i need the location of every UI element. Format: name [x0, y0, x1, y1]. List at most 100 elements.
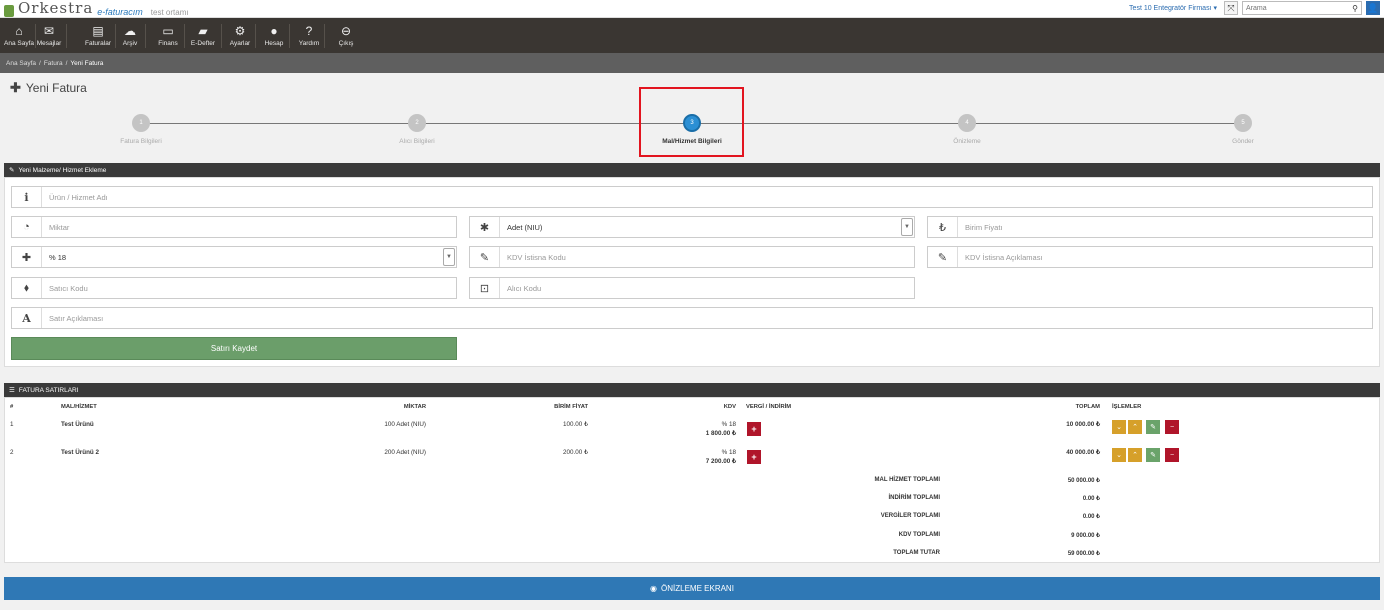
- quantity-field[interactable]: ◔ Miktar: [11, 216, 457, 238]
- invoice-icon: ▤: [92, 24, 104, 38]
- summary-label: MAL HİZMET TOPLAMI: [874, 477, 940, 483]
- wizard-step-2[interactable]: 2: [408, 114, 426, 132]
- move-down-button[interactable]: ⌄: [1112, 420, 1126, 434]
- wizard-step-label: Gönder: [1232, 138, 1254, 145]
- cloud-icon: ☁: [124, 24, 136, 38]
- fullscreen-icon[interactable]: ⤧: [1224, 1, 1238, 15]
- summary-label: VERGİLER TOPLAMI: [880, 513, 940, 519]
- plus-icon: ✚: [10, 80, 21, 95]
- vat-exemption-desc-field[interactable]: ✎ KDV İstisna Açıklaması: [927, 246, 1373, 268]
- wizard-step-1[interactable]: 1: [132, 114, 150, 132]
- user-profile-icon[interactable]: 👤: [1366, 1, 1380, 15]
- nav-cloud[interactable]: ☁ Arşiv: [116, 18, 144, 53]
- delete-row-button[interactable]: −: [1165, 448, 1179, 462]
- breadcrumb-home[interactable]: Ana Sayfa: [6, 60, 36, 67]
- cart-icon: ⊡: [470, 278, 500, 298]
- environment-label: test ortamı: [150, 8, 189, 17]
- nav-label: Faturalar: [84, 40, 111, 47]
- book-icon: ▰: [198, 24, 208, 38]
- nav-separator: [289, 24, 290, 48]
- row-kdv-amount: 1 800.00 ₺: [705, 430, 736, 437]
- nav-cogs[interactable]: ⚙ Ayarlar: [226, 18, 254, 53]
- dashboard-icon: ◔: [12, 217, 42, 237]
- nav-label: Hesap: [264, 40, 284, 47]
- seller-code-field[interactable]: ⬧ Satıcı Kodu: [11, 277, 457, 299]
- col-item: MAL/HİZMET: [61, 404, 97, 410]
- wizard-step-label: Alıcı Bilgileri: [399, 138, 435, 145]
- col-kdv: KDV: [723, 404, 736, 410]
- wizard-step-4[interactable]: 4: [958, 114, 976, 132]
- save-line-button[interactable]: Satırı Kaydet: [11, 337, 457, 360]
- nav-label: Ayarlar: [229, 40, 251, 47]
- nav-separator: [324, 24, 325, 48]
- breadcrumb: Ana Sayfa / Fatura / Yeni Fatura: [0, 53, 1384, 73]
- eye-icon: ◉: [650, 584, 658, 593]
- edit-icon: ✎: [470, 247, 500, 267]
- list-icon: ☰: [9, 387, 15, 394]
- summary-label: TOPLAM TUTAR: [893, 550, 940, 556]
- lira-icon: ₺: [928, 217, 958, 237]
- plus-icon: ✚: [12, 247, 42, 267]
- chevron-down-icon[interactable]: ▼: [901, 218, 913, 236]
- col-num: #: [10, 404, 14, 410]
- nav-label: E-Defter: [190, 40, 216, 47]
- font-icon: A: [12, 308, 42, 328]
- vat-exemption-code-field[interactable]: ✎ KDV İstisna Kodu: [469, 246, 915, 268]
- col-tax: VERGİ / İNDİRİM: [746, 404, 792, 410]
- buyer-code-field[interactable]: ⊡ Alıcı Kodu: [469, 277, 915, 299]
- comments-icon: ✉: [43, 24, 55, 38]
- unit-select[interactable]: ✱ Adet (NIU) ▼: [469, 216, 915, 238]
- logo[interactable]: Orkestra e-faturacım test ortamı: [4, 0, 189, 17]
- edit-row-button[interactable]: ✎: [1146, 448, 1160, 462]
- card-icon: ▭: [162, 24, 174, 38]
- add-tax-button[interactable]: +: [747, 450, 761, 464]
- unit-price-field[interactable]: ₺ Birim Fiyatı: [927, 216, 1373, 238]
- nav-question[interactable]: ? Yardım: [295, 18, 323, 53]
- company-dropdown[interactable]: Test 10 Entegratör Firması ▾: [1129, 4, 1217, 12]
- search-input[interactable]: [1246, 4, 1336, 12]
- logo-subtitle: e-faturacım: [97, 7, 143, 17]
- move-down-button[interactable]: ⌄: [1112, 448, 1126, 462]
- logo-icon: [4, 5, 14, 17]
- vat-rate-select[interactable]: ✚ % 18 ▼: [11, 246, 457, 268]
- preview-button[interactable]: ◉ ÖNİZLEME EKRANI: [4, 577, 1380, 600]
- line-description-field[interactable]: A Satır Açıklaması: [11, 307, 1373, 329]
- edit-icon: ✎: [928, 247, 958, 267]
- nav-exit[interactable]: ⊖ Çıkış: [333, 18, 359, 53]
- nav-home[interactable]: ⌂ Ana Sayfa: [4, 18, 34, 53]
- search-icon[interactable]: ⚲: [1352, 4, 1358, 13]
- nav-label: Finans: [158, 40, 178, 47]
- wizard-step-label: Fatura Bilgileri: [120, 138, 162, 145]
- col-qty: MİKTAR: [403, 404, 426, 410]
- nav-user[interactable]: ● Hesap: [260, 18, 288, 53]
- nav-comments[interactable]: ✉ Mesajlar: [33, 18, 65, 53]
- nav-book[interactable]: ▰ E-Defter: [186, 18, 220, 53]
- row-total: 40 000.00 ₺: [1066, 449, 1100, 456]
- tags-icon: ⬧: [12, 278, 42, 298]
- delete-row-button[interactable]: −: [1165, 420, 1179, 434]
- form-panel-header: ✎ Yeni Malzeme/ Hizmet Ekleme: [4, 163, 1380, 177]
- breadcrumb-invoice[interactable]: Fatura: [44, 60, 63, 67]
- search-box[interactable]: ⚲: [1242, 1, 1362, 15]
- row-kdv-rate: % 18: [721, 421, 736, 428]
- summary-label: İNDİRİM TOPLAMI: [888, 495, 940, 501]
- lines-panel-header: ☰ FATURA SATIRLARI: [4, 383, 1380, 397]
- wizard-step-5[interactable]: 5: [1234, 114, 1252, 132]
- nav-label: Ana Sayfa: [4, 40, 34, 47]
- summary-value: 0.00 ₺: [1082, 496, 1100, 502]
- info-icon: ℹ: [12, 187, 42, 207]
- page-title: ✚ Yeni Fatura: [10, 80, 87, 95]
- highlight-box: [639, 87, 744, 157]
- nav-invoice[interactable]: ▤ Faturalar: [82, 18, 114, 53]
- edit-row-button[interactable]: ✎: [1146, 420, 1160, 434]
- add-tax-button[interactable]: +: [747, 422, 761, 436]
- main-navbar: ⌂ Ana Sayfa ✉ Mesajlar ▤ Faturalar ☁ Arşiv ▭ Fina…: [0, 18, 1384, 53]
- move-up-button[interactable]: ⌃: [1128, 448, 1142, 462]
- nav-separator: [255, 24, 256, 48]
- product-name-field[interactable]: ℹ Ürün / Hizmet Adı: [11, 186, 1373, 208]
- chevron-down-icon[interactable]: ▼: [443, 248, 455, 266]
- home-icon: ⌂: [15, 24, 23, 38]
- row-price: 200.00 ₺: [562, 449, 588, 456]
- move-up-button[interactable]: ⌃: [1128, 420, 1142, 434]
- nav-card[interactable]: ▭ Finans: [153, 18, 183, 53]
